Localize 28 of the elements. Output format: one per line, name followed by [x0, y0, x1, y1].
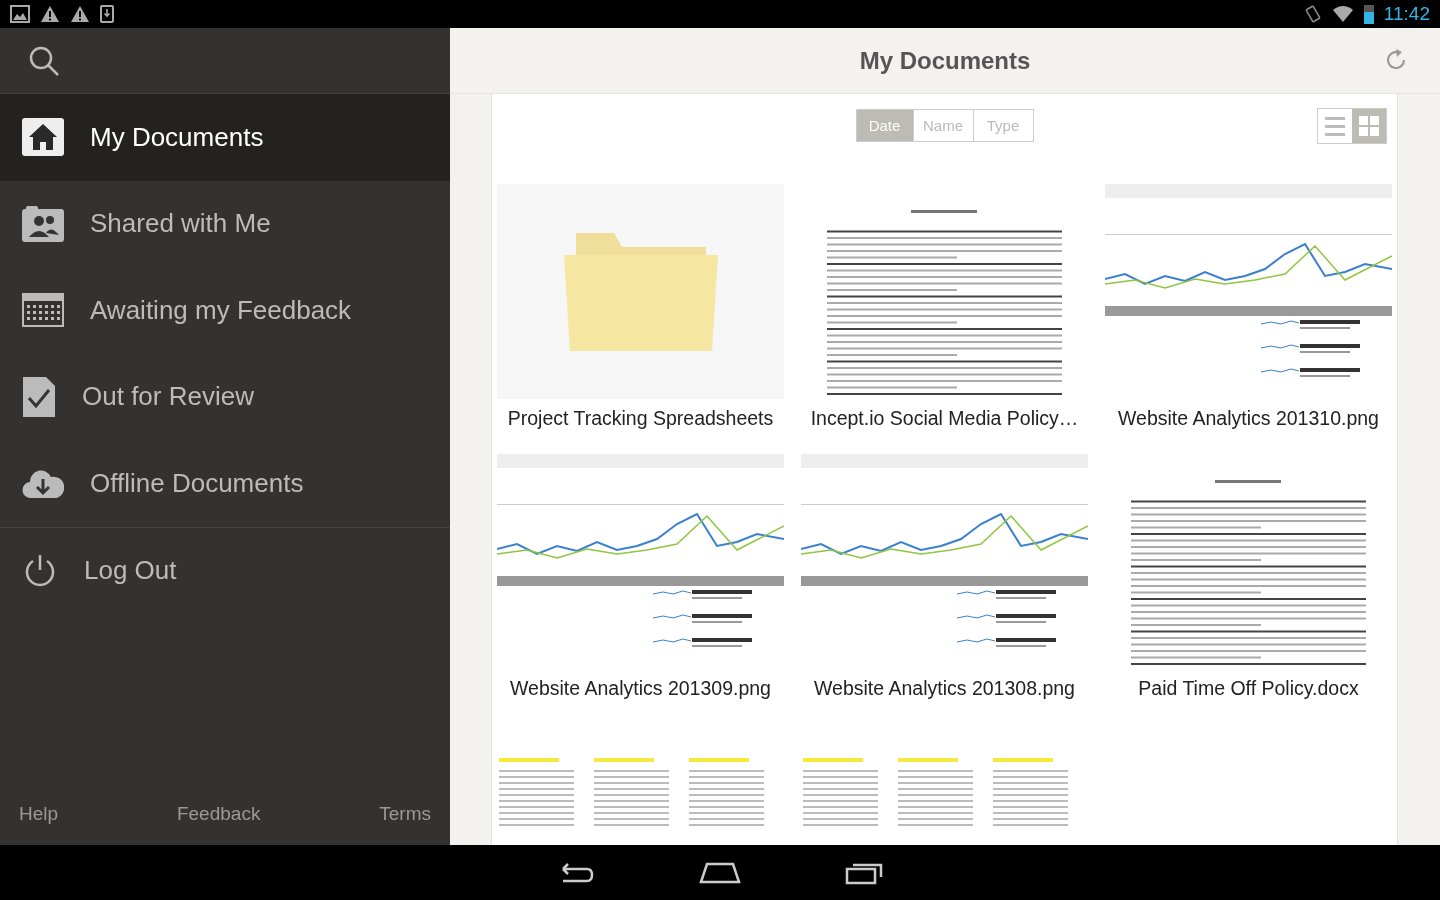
refresh-icon[interactable]	[1384, 48, 1408, 72]
footer-link[interactable]: Help	[19, 803, 59, 825]
people-icon	[22, 205, 64, 242]
battery-icon	[1363, 4, 1374, 24]
document-name: Project Tracking Spreadsheets	[507, 406, 774, 431]
home-icon[interactable]	[699, 861, 741, 884]
vibrate-icon	[1303, 4, 1322, 24]
grid-icon	[1358, 115, 1380, 137]
footer-link[interactable]: Feedback	[176, 803, 261, 825]
document-name: Website Analytics 201308.png	[814, 676, 1075, 701]
document-name: Website Analytics 201310.png	[1118, 406, 1379, 431]
document-name: Website Analytics 201309.png	[510, 676, 771, 701]
document-name: Incept.io Social Media Policy…	[810, 406, 1079, 431]
warning-icon	[70, 5, 90, 23]
checked-document-icon	[22, 375, 56, 418]
search-icon[interactable]	[28, 44, 60, 77]
phone-download-icon	[100, 5, 114, 23]
list-icon	[1324, 115, 1346, 137]
document-name: Paid Time Off Policy.docx	[1138, 676, 1359, 701]
sidebar-item[interactable]: My Documents	[0, 94, 450, 181]
wifi-icon	[1331, 5, 1354, 23]
footer-link[interactable]: Terms	[379, 803, 431, 825]
home-icon	[22, 118, 64, 157]
page-title: My Documents	[859, 46, 1031, 75]
clock-time: 11:42	[1383, 3, 1430, 25]
calendar-icon	[22, 293, 64, 328]
warning-icon	[40, 5, 60, 23]
image-icon	[10, 5, 30, 23]
